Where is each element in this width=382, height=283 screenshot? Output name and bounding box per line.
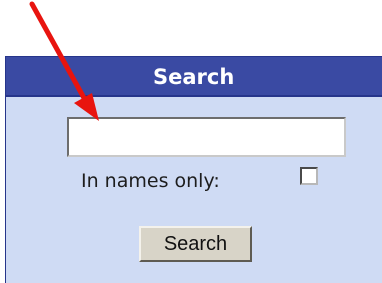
search-panel-title: Search xyxy=(153,65,235,89)
search-input[interactable] xyxy=(67,117,346,157)
names-only-label: In names only: xyxy=(81,170,220,192)
search-panel: Search In names only: Search xyxy=(5,56,382,283)
stage: Search In names only: Search xyxy=(0,0,382,283)
search-button[interactable]: Search xyxy=(139,226,252,262)
search-panel-header: Search xyxy=(6,57,382,97)
names-only-checkbox[interactable] xyxy=(300,167,318,185)
